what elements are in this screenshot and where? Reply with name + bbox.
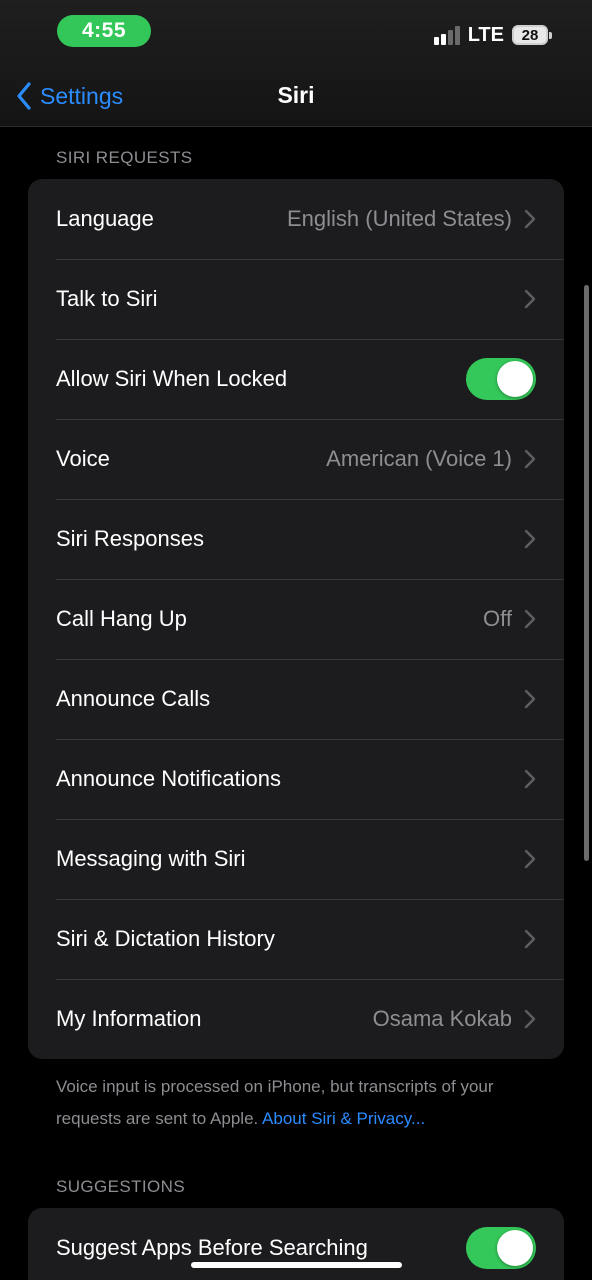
row-value: Osama Kokab [372,1006,512,1031]
row-label: Siri Responses [56,526,204,551]
top-bar: 4:55 LTE 28 Settings Siri [0,0,592,127]
section-header-suggestions: SUGGESTIONS [56,1177,186,1196]
signal-bars-icon [433,25,460,45]
row-label: My Information [56,1006,202,1031]
suggest-apps-toggle[interactable] [466,1227,536,1269]
row-label: Language [56,206,154,231]
battery-icon: 28 [512,25,552,45]
chevron-right-icon [524,769,536,789]
section-header-siri-requests: SIRI REQUESTS [56,148,193,167]
row-messaging-with-siri[interactable]: Messaging with Siri [28,819,564,899]
row-label: Voice [56,446,110,471]
row-value: American (Voice 1) [326,446,512,471]
row-call-hang-up[interactable]: Call Hang Up Off [28,579,564,659]
row-voice[interactable]: Voice American (Voice 1) [28,419,564,499]
row-allow-siri-when-locked: Allow Siri When Locked [28,339,564,419]
row-label: Announce Notifications [56,766,282,791]
about-siri-privacy-link[interactable]: About Siri & Privacy... [262,1109,425,1128]
row-label: Suggest Apps Before Searching [56,1235,368,1260]
row-siri-dictation-history[interactable]: Siri & Dictation History [28,899,564,979]
status-time: 4:55 [57,15,151,47]
chevron-right-icon [524,849,536,869]
status-indicators: LTE 28 [433,22,552,48]
row-label: Announce Calls [56,686,211,711]
battery-level: 28 [521,26,539,44]
chevron-right-icon [524,689,536,709]
chevron-right-icon [524,289,536,309]
row-label: Talk to Siri [56,286,158,311]
row-siri-responses[interactable]: Siri Responses [28,499,564,579]
scrollbar[interactable] [584,285,589,861]
row-label: Siri & Dictation History [56,926,275,951]
chevron-right-icon [524,449,536,469]
row-announce-calls[interactable]: Announce Calls [28,659,564,739]
suggestions-group: Suggest Apps Before Searching [28,1208,564,1280]
siri-settings-screen: 4:55 LTE 28 Settings Siri SIRI REQUESTS [0,0,592,1280]
row-value: English (United States) [287,206,512,231]
chevron-right-icon [524,609,536,629]
siri-requests-group: Language English (United States) Talk to… [28,179,564,1059]
page-title: Siri [277,82,315,108]
network-type: LTE [467,23,504,46]
siri-privacy-footer: Voice input is processed on iPhone, but … [56,1071,536,1135]
allow-siri-when-locked-toggle[interactable] [466,358,536,400]
row-my-information[interactable]: My Information Osama Kokab [28,979,564,1059]
row-language[interactable]: Language English (United States) [28,179,564,259]
row-value: Off [483,606,512,631]
row-label: Call Hang Up [56,606,187,631]
chevron-right-icon [524,209,536,229]
chevron-right-icon [524,929,536,949]
row-announce-notifications[interactable]: Announce Notifications [28,739,564,819]
row-suggest-apps-before-searching: Suggest Apps Before Searching [28,1208,564,1280]
toggle-knob [497,1230,533,1266]
row-label: Messaging with Siri [56,846,246,871]
row-talk-to-siri[interactable]: Talk to Siri [28,259,564,339]
toggle-knob [497,361,533,397]
row-label: Allow Siri When Locked [56,366,288,391]
home-indicator[interactable] [191,1262,402,1268]
chevron-right-icon [524,529,536,549]
chevron-right-icon [524,1009,536,1029]
